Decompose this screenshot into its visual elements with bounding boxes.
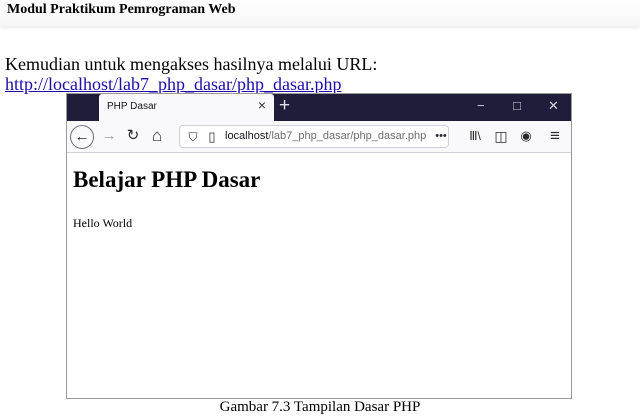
reload-button-icon[interactable]: ↻ bbox=[123, 126, 143, 146]
tab-title: PHP Dasar bbox=[107, 101, 157, 112]
figure-caption: Gambar 7.3 Tampilan Dasar PHP bbox=[219, 399, 421, 415]
account-icon[interactable]: ◉ bbox=[516, 126, 536, 146]
back-button-icon[interactable]: ← bbox=[70, 125, 94, 149]
document-header: Modul Praktikum Pemrograman Web bbox=[0, 0, 640, 26]
close-window-icon[interactable]: ✕ bbox=[548, 98, 559, 114]
sidebar-icon[interactable]: ◫ bbox=[491, 126, 511, 146]
page-icon: ▯ bbox=[208, 129, 216, 144]
browser-toolbar: ← → ↻ ⌂ ⛉ ▯ localhost/lab7_php_dasar/php… bbox=[67, 121, 571, 153]
page-body-text: Hello World bbox=[73, 216, 133, 230]
forward-button-icon[interactable]: → bbox=[99, 126, 119, 146]
minimize-icon[interactable]: − bbox=[477, 98, 485, 113]
more-actions-icon[interactable]: ••• bbox=[429, 126, 453, 146]
home-button-icon[interactable]: ⌂ bbox=[147, 126, 167, 146]
shield-icon[interactable]: ⛉ bbox=[186, 127, 200, 147]
tab-close-icon[interactable]: × bbox=[258, 97, 266, 113]
maximize-icon[interactable]: □ bbox=[513, 98, 521, 113]
intro-text: Kemudian untuk mengakses hasilnya melalu… bbox=[5, 54, 378, 74]
page-content: Belajar PHP Dasar Hello World bbox=[67, 153, 571, 398]
url-link[interactable]: http://localhost/lab7_php_dasar/php_dasa… bbox=[5, 74, 341, 94]
new-tab-icon[interactable]: + bbox=[279, 95, 290, 117]
browser-window: PHP Dasar × + − □ ✕ ← → ↻ ⌂ ⛉ ▯ localhos… bbox=[66, 93, 572, 399]
library-icon[interactable]: Ⅲ\ bbox=[465, 126, 485, 146]
menu-icon[interactable]: ≡ bbox=[545, 126, 565, 146]
url-bar[interactable]: ⛉ ▯ localhost/lab7_php_dasar/php_dasar.p… bbox=[179, 125, 449, 148]
browser-titlebar: PHP Dasar × + − □ ✕ bbox=[67, 94, 571, 121]
url-path: /lab7_php_dasar/php_dasar.php bbox=[268, 130, 427, 142]
url-text[interactable]: localhost/lab7_php_dasar/php_dasar.php bbox=[225, 130, 426, 142]
page-heading: Belajar PHP Dasar bbox=[73, 167, 261, 192]
tab-php-dasar[interactable]: PHP Dasar × bbox=[99, 94, 274, 121]
url-host: localhost bbox=[225, 130, 269, 142]
document-header-title: Modul Praktikum Pemrograman Web bbox=[7, 2, 236, 17]
